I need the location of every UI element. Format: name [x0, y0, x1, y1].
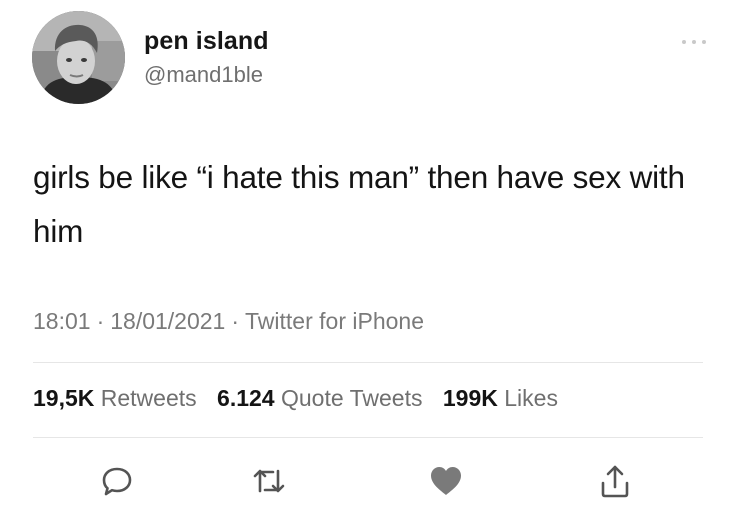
- divider: [33, 437, 703, 438]
- meta-separator: ·: [96, 308, 105, 334]
- more-options-icon[interactable]: [682, 38, 706, 46]
- divider: [33, 362, 703, 363]
- meta-separator: ·: [231, 308, 240, 334]
- share-upload-icon: [601, 465, 629, 498]
- profile-photo-icon: [32, 11, 125, 104]
- tweet-text: girls be like “i hate this man” then hav…: [33, 159, 685, 249]
- speech-bubble-icon: [102, 467, 132, 496]
- tweet-time[interactable]: 18:01: [33, 308, 91, 334]
- filled-heart-icon: [431, 467, 461, 495]
- reply-button[interactable]: [94, 458, 140, 504]
- avatar[interactable]: [32, 11, 125, 104]
- retweet-button[interactable]: [246, 458, 292, 504]
- tweet-card: pen island @mand1ble girls be like “i ha…: [0, 0, 736, 520]
- retweets-stat[interactable]: 19,5K Retweets: [33, 385, 197, 411]
- more-dot: [702, 40, 706, 44]
- tweet-source[interactable]: Twitter for iPhone: [245, 308, 424, 334]
- quote-tweets-count: 6.124: [217, 385, 275, 411]
- likes-stat[interactable]: 199K Likes: [443, 385, 558, 411]
- likes-count: 199K: [442, 385, 498, 411]
- retweets-count: 19,5K: [33, 385, 95, 411]
- more-dot: [682, 40, 686, 44]
- tweet-meta: 18:01 · 18/01/2021 · Twitter for iPhone: [33, 308, 424, 335]
- retweet-arrows-icon: [253, 469, 285, 493]
- retweets-label: Retweets: [100, 385, 197, 411]
- display-name[interactable]: pen island: [144, 27, 269, 56]
- likes-label: Likes: [504, 385, 558, 411]
- share-button[interactable]: [592, 458, 638, 504]
- quote-tweets-stat[interactable]: 6.124 Quote Tweets: [217, 385, 422, 411]
- user-handle[interactable]: @mand1ble: [144, 62, 263, 88]
- like-button[interactable]: [423, 458, 469, 504]
- more-dot: [692, 40, 696, 44]
- tweet-stats: 19,5K Retweets 6.124 Quote Tweets 199K L…: [33, 385, 572, 412]
- tweet-date[interactable]: 18/01/2021: [110, 308, 225, 334]
- action-bar: [0, 458, 736, 504]
- quote-tweets-label: Quote Tweets: [280, 385, 423, 411]
